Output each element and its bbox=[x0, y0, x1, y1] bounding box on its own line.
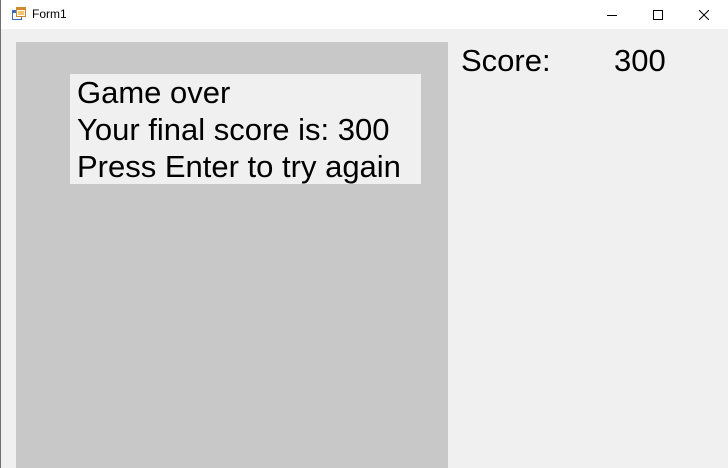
game-over-line: Game over bbox=[77, 75, 231, 110]
form-window: Form1 Game over Your final score is: 300… bbox=[0, 0, 728, 468]
game-panel[interactable]: Game over Your final score is: 300 Press… bbox=[16, 42, 448, 468]
window-title: Form1 bbox=[32, 7, 67, 21]
score-label: Score: bbox=[461, 43, 551, 78]
minimize-button[interactable] bbox=[589, 0, 635, 29]
final-score-line: Your final score is: 300 bbox=[77, 112, 390, 147]
maximize-icon bbox=[653, 9, 663, 20]
app-icon[interactable] bbox=[12, 7, 26, 21]
score-value: 300 bbox=[614, 43, 666, 78]
minimize-icon bbox=[607, 14, 617, 16]
close-icon bbox=[699, 9, 709, 20]
maximize-button[interactable] bbox=[635, 0, 681, 29]
retry-instruction-line: Press Enter to try again bbox=[77, 149, 401, 184]
game-over-message: Game over Your final score is: 300 Press… bbox=[70, 74, 421, 184]
close-button[interactable] bbox=[681, 0, 727, 29]
title-bar[interactable]: Form1 bbox=[1, 0, 728, 29]
